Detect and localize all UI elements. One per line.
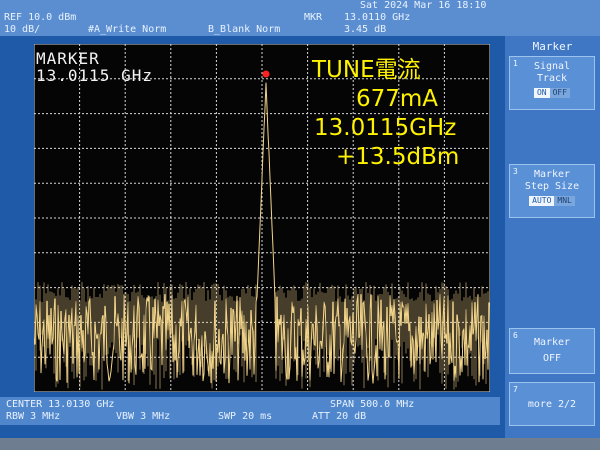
softkey-label: Signal — [533, 61, 571, 72]
annotation-current: 677mA — [356, 86, 439, 112]
analyzer-screen: REF 10.0 dBm 10 dB/ #A_Write Norm B_Blan… — [0, 0, 600, 438]
mkr-label: MKR — [304, 12, 323, 23]
mkr-frequency: 13.0110 GHz — [344, 12, 411, 23]
marker-dot — [262, 70, 270, 78]
toggle-manual: MNL — [554, 196, 575, 206]
softkey-number: 3 — [513, 167, 518, 176]
ref-level: REF 10.0 dBm — [4, 12, 77, 23]
scale-readout: 10 dB/ — [4, 24, 41, 35]
rbw-readout: RBW 3 MHz — [6, 411, 61, 422]
annotation-tune-current-label: TUNE電流 — [312, 57, 421, 83]
signal-track-toggle[interactable]: ON OFF — [533, 87, 571, 99]
softkey-number: 6 — [513, 331, 518, 340]
softkey-signal-track[interactable]: 1 Signal Track ON OFF — [509, 56, 595, 110]
marker-value: 13.0115 GHz — [36, 66, 153, 85]
softkey-marker-off[interactable]: 6 Marker OFF — [509, 328, 595, 374]
toggle-off: OFF — [549, 88, 571, 98]
trace-b-mode: B_Blank Norm — [208, 24, 281, 35]
annotation-power: +13.5dBm — [336, 144, 460, 170]
softkey-number: 1 — [513, 59, 518, 68]
softkey-label: OFF — [542, 353, 562, 364]
toggle-auto: AUTO — [529, 196, 555, 206]
bottom-status: CENTER 13.0130 GHz SPAN 500.0 MHz RBW 3 … — [0, 397, 500, 425]
softkey-panel: Marker 1 Signal Track ON OFF 3 Marker Ste… — [505, 36, 600, 438]
annotation-frequency: 13.0115GHz — [314, 115, 457, 141]
softkey-marker-step-size[interactable]: 3 Marker Step Size AUTO MNL — [509, 164, 595, 218]
softkey-more[interactable]: 7 more 2/2 — [509, 382, 595, 426]
date-time: Sat 2024 Mar 16 18:10 — [360, 0, 487, 11]
softkey-number: 7 — [513, 385, 518, 394]
softkey-label: Marker — [533, 169, 571, 180]
attenuation: ATT 20 dB — [312, 411, 367, 422]
softkey-label: more 2/2 — [527, 399, 577, 410]
softkey-menu-title: Marker — [532, 40, 573, 53]
vbw-readout: VBW 3 MHz — [116, 411, 171, 422]
mkr-amplitude: 3.45 dB — [344, 24, 387, 35]
marker-title: MARKER — [36, 49, 100, 68]
toggle-on: ON — [533, 88, 550, 98]
sweep-time: SWP 20 ms — [218, 411, 273, 422]
center-frequency: CENTER 13.0130 GHz — [6, 399, 115, 410]
softkey-label: Track — [536, 73, 568, 84]
overlay-annotation: TUNE電流 677mA 13.0115GHz +13.5dBm — [300, 56, 500, 172]
status-line: REF 10.0 dBm 10 dB/ #A_Write Norm B_Blan… — [0, 0, 600, 36]
marker-readout: MARKER 13.0115 GHz — [36, 50, 206, 90]
trace-a-mode: #A_Write Norm — [88, 24, 167, 35]
span-readout: SPAN 500.0 MHz — [330, 399, 415, 410]
step-size-toggle[interactable]: AUTO MNL — [529, 195, 575, 207]
softkey-label: Marker — [533, 337, 571, 348]
softkey-label: Step Size — [524, 181, 580, 192]
